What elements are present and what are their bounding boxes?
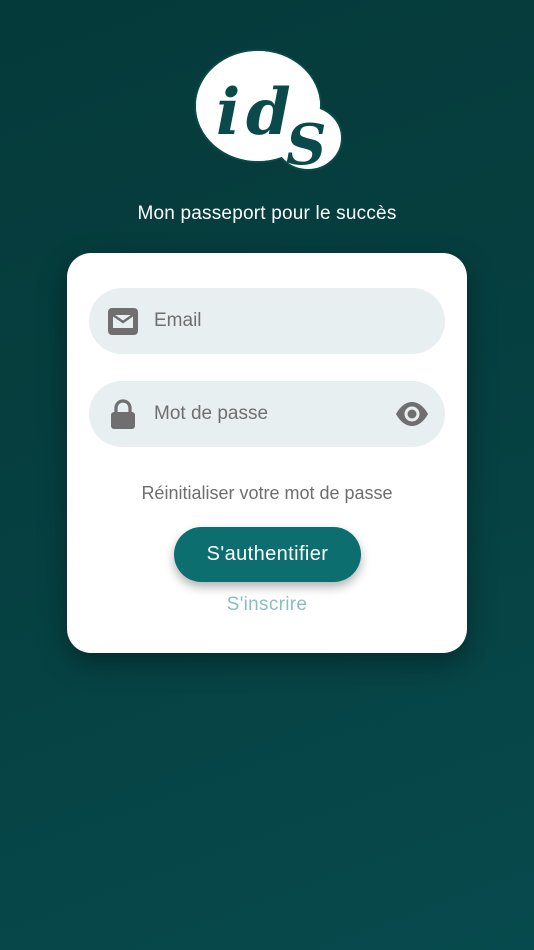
logo-letter-i: i [216, 75, 240, 150]
eye-icon[interactable] [395, 400, 429, 428]
password-field[interactable] [89, 381, 445, 447]
authenticate-button[interactable]: S'authentifier [174, 527, 361, 582]
reset-password-link[interactable]: Réinitialiser votre mot de passe [67, 483, 467, 504]
email-input[interactable] [154, 288, 374, 354]
signup-link[interactable]: S'inscrire [67, 594, 467, 616]
ids-logo: i d S [194, 49, 343, 176]
tagline: Mon passeport pour le succès [137, 203, 397, 224]
email-field[interactable] [89, 288, 445, 354]
logo-letter-s: S [286, 112, 326, 176]
envelope-icon [108, 308, 138, 335]
lock-icon [111, 399, 135, 429]
login-screen: i d S Mon passeport pour le succès Email… [0, 0, 534, 950]
login-card: Réinitialiser votre mot de passe S'authe… [67, 253, 467, 653]
logo-letter-d: d [246, 75, 291, 150]
password-input[interactable] [154, 381, 374, 447]
